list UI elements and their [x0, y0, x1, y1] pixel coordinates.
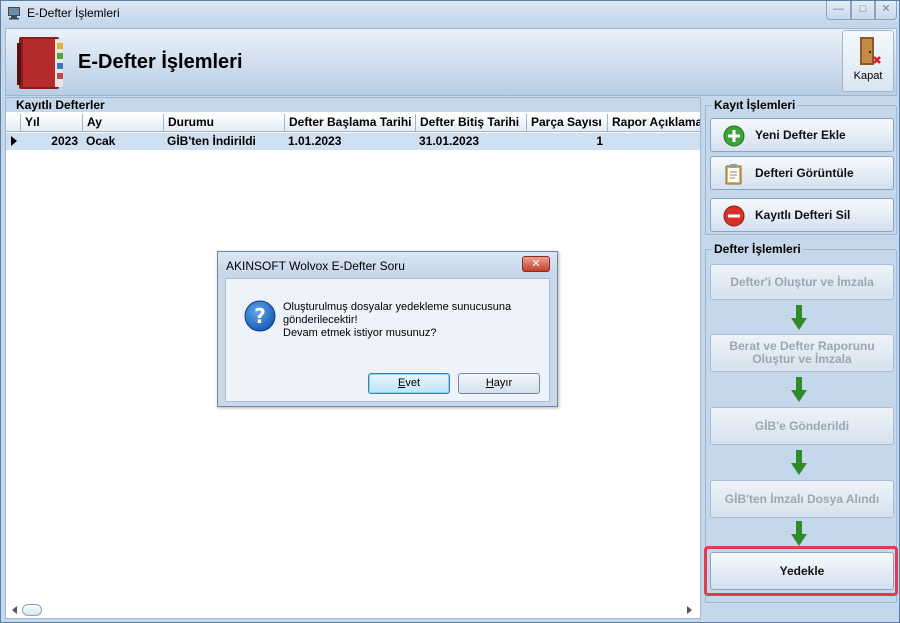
plus-circle-icon	[723, 125, 745, 147]
column-header-year[interactable]: Yıl	[20, 114, 82, 132]
arrow-down-icon	[791, 377, 807, 402]
dialog-message-line3: Devam etmek istiyor musunuz?	[283, 327, 437, 339]
signed-file-received-button[interactable]: GİB'ten İmzalı Dosya Alındı	[710, 480, 894, 518]
ledger-ops-title: Defter İşlemleri	[712, 242, 803, 256]
ledgers-panel-header	[6, 98, 700, 112]
column-header-part-count[interactable]: Parça Sayısı	[526, 114, 607, 132]
question-icon: ?	[244, 300, 276, 332]
create-sign-report-button[interactable]: Berat ve Defter Raporunu Oluştur ve İmza…	[710, 334, 894, 372]
confirm-dialog: AKINSOFT Wolvox E-Defter Soru ✕ ? Oluştu…	[217, 251, 558, 407]
column-header-start-date[interactable]: Defter Başlama Tarihi	[284, 114, 415, 132]
column-header-report-note[interactable]: Rapor Açıklama	[607, 114, 700, 132]
header-banner: E-Defter İşlemleri Kapat	[5, 28, 897, 96]
arrow-down-icon	[791, 521, 807, 546]
scroll-left-icon[interactable]	[12, 606, 17, 614]
edefter-window: E-Defter İşlemleri — □ ✕ E-Defter İşleml…	[0, 0, 900, 623]
window-title: E-Defter İşlemleri	[27, 6, 120, 20]
create-sign-ledger-button[interactable]: Defter'i Oluştur ve İmzala	[710, 264, 894, 300]
minimize-button[interactable]: —	[826, 1, 851, 20]
window-close-button[interactable]: ✕	[875, 1, 897, 20]
dialog-message: Oluşturulmuş dosyalar yedekleme sunucusu…	[283, 301, 543, 340]
minus-circle-icon	[723, 205, 745, 227]
view-ledger-label: Defteri Görüntüle	[755, 166, 854, 180]
scroll-right-icon[interactable]	[687, 606, 692, 614]
create-sign-report-label: Berat ve Defter Raporunu Oluştur ve İmza…	[711, 335, 893, 371]
table-row[interactable]: 2023 Ocak GİB'ten İndirildi 1.01.2023 31…	[6, 133, 700, 150]
create-sign-ledger-label: Defter'i Oluştur ve İmzala	[730, 274, 874, 289]
dialog-close-button[interactable]: ✕	[522, 256, 550, 272]
sent-to-gib-label: GİB'e Gönderildi	[754, 418, 850, 433]
no-label-rest: ayır	[493, 377, 513, 389]
column-header-end-date[interactable]: Defter Bitiş Tarihi	[415, 114, 526, 132]
cell-end-date: 31.01.2023	[419, 134, 480, 148]
signed-file-received-label: GİB'ten İmzalı Dosya Alındı	[724, 491, 880, 506]
title-bar[interactable]: E-Defter İşlemleri — □ ✕	[1, 1, 899, 27]
clipboard-icon	[725, 164, 742, 185]
cell-start-date: 1.01.2023	[288, 134, 342, 148]
page-title: E-Defter İşlemleri	[78, 51, 243, 73]
column-header-month[interactable]: Ay	[82, 114, 163, 132]
maximize-button[interactable]: □	[851, 1, 875, 20]
record-ops-title: Kayıt İşlemleri	[712, 98, 798, 112]
dialog-message-line2: gönderilecektir!	[283, 314, 358, 326]
dialog-title-bar[interactable]: AKINSOFT Wolvox E-Defter Soru ✕	[218, 252, 557, 278]
close-app-button[interactable]: Kapat	[842, 30, 894, 92]
delete-ledger-button[interactable]: Kayıtlı Defteri Sil	[710, 198, 894, 232]
grid-header: Yıl Ay Durumu Defter Başlama Tarihi Deft…	[6, 114, 700, 132]
cell-status: GİB'ten İndirildi	[167, 134, 256, 148]
arrow-down-icon	[791, 305, 807, 330]
view-ledger-button[interactable]: Defteri Görüntüle	[710, 156, 894, 190]
no-mnemonic: H	[485, 377, 494, 389]
column-header-status[interactable]: Durumu	[163, 114, 284, 132]
sent-to-gib-button[interactable]: GİB'e Gönderildi	[710, 407, 894, 445]
cell-report-note	[607, 133, 700, 150]
dialog-title: AKINSOFT Wolvox E-Defter Soru	[226, 259, 405, 273]
arrow-down-icon	[791, 450, 807, 475]
cell-year: 2023	[51, 134, 78, 148]
exit-door-icon	[860, 37, 881, 65]
create-sign-report-line2: Oluştur ve İmzala	[752, 352, 852, 366]
yes-button[interactable]: Evet	[368, 373, 450, 394]
yes-label-rest: vet	[405, 377, 421, 389]
new-ledger-label: Yeni Defter Ekle	[755, 128, 846, 142]
delete-ledger-label: Kayıtlı Defteri Sil	[755, 208, 851, 222]
computer-icon	[8, 7, 20, 20]
no-button[interactable]: Hayır	[458, 373, 540, 394]
scroll-thumb[interactable]	[22, 604, 42, 616]
backup-highlight-frame	[704, 546, 898, 596]
cell-part-count: 1	[596, 134, 603, 148]
dialog-message-line1: Oluşturulmuş dosyalar yedekleme sunucusu…	[283, 301, 512, 313]
close-app-label: Kapat	[853, 70, 883, 82]
row-indicator-icon	[11, 136, 17, 146]
cell-month: Ocak	[86, 134, 116, 148]
ledgers-panel-title: Kayıtlı Defterler	[16, 98, 105, 112]
dialog-body: ? Oluşturulmuş dosyalar yedekleme sunucu…	[225, 278, 550, 402]
ledger-book-icon	[17, 37, 63, 89]
horizontal-scrollbar[interactable]	[6, 602, 700, 618]
new-ledger-button[interactable]: Yeni Defter Ekle	[710, 118, 894, 152]
svg-text:?: ?	[254, 304, 266, 328]
